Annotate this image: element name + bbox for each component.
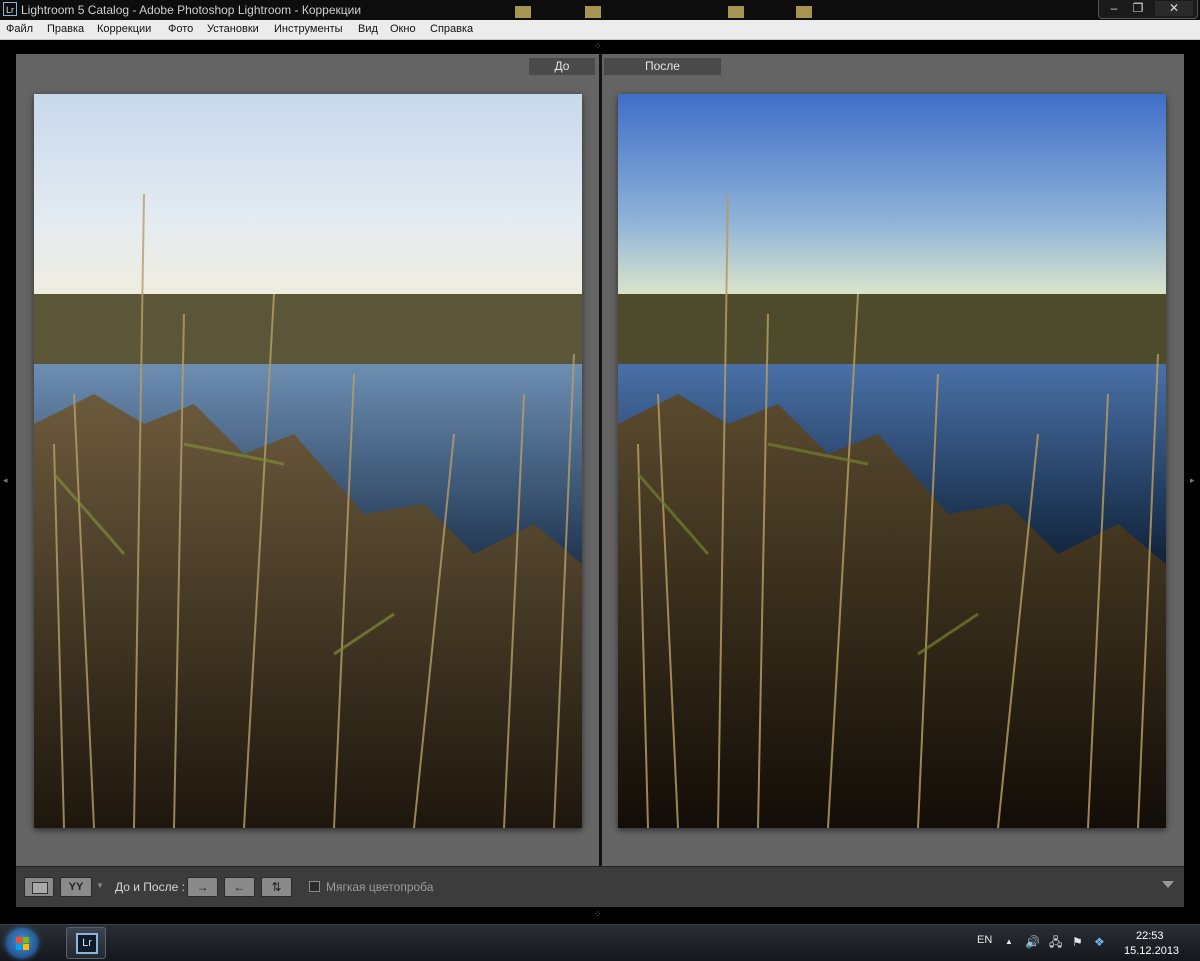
windows-logo-icon — [23, 937, 29, 943]
view-mode-dropdown-icon[interactable]: ▼ — [96, 881, 104, 890]
windows-taskbar: Lr EN ▲ 🔊 🖧 ⚑ ❖ 22:53 15.12.2013 — [0, 924, 1200, 961]
copy-before-to-after-button[interactable]: → — [187, 877, 218, 897]
menu-develop[interactable]: Коррекции — [97, 23, 151, 35]
before-tab: До — [529, 58, 595, 75]
swap-before-after-button[interactable]: ⇅ — [261, 877, 292, 897]
menu-settings[interactable]: Установки — [207, 23, 259, 35]
before-after-label: До и После : — [115, 880, 185, 894]
right-panel-toggle-icon[interactable]: ▸ — [1190, 476, 1195, 485]
menu-window[interactable]: Окно — [390, 23, 416, 35]
arrow-right-icon: → — [196, 880, 209, 894]
soft-proofing-label[interactable]: Мягкая цветопроба — [326, 880, 433, 894]
start-button[interactable] — [6, 928, 38, 958]
show-hidden-icons-icon[interactable]: ▲ — [1005, 935, 1013, 949]
before-photo[interactable] — [34, 94, 582, 828]
after-photo[interactable] — [618, 94, 1166, 828]
menu-edit[interactable]: Правка — [47, 23, 84, 35]
loupe-view-button[interactable] — [24, 877, 54, 897]
action-center-flag-icon[interactable]: ⚑ — [1072, 935, 1083, 949]
restore-button[interactable]: ❐ — [1127, 1, 1149, 16]
viewer-toolbar: YY ▼ До и После : → ← ⇅ Мягкая цветопроб… — [16, 866, 1184, 907]
before-after-view-button[interactable]: YY — [60, 877, 92, 897]
folder-icon — [796, 6, 812, 18]
menu-photo[interactable]: Фото — [168, 23, 193, 35]
title-bar: Lr Lightroom 5 Catalog - Adobe Photoshop… — [0, 0, 1200, 20]
after-photo-image — [618, 94, 1166, 828]
clock-date[interactable]: 15.12.2013 — [1124, 945, 1179, 957]
language-indicator[interactable]: EN — [977, 934, 992, 946]
windows-logo-icon — [16, 944, 22, 950]
dropbox-icon[interactable]: ❖ — [1094, 935, 1105, 949]
clock-time[interactable]: 22:53 — [1136, 930, 1164, 942]
before-after-viewer: До После — [16, 54, 1184, 866]
toolbar-options-dropdown-icon[interactable] — [1162, 881, 1174, 888]
windows-logo-icon — [23, 944, 29, 950]
volume-icon[interactable]: 🔊 — [1025, 935, 1040, 949]
develop-module: ⁘ ◂ ▸ До После YY ▼ До и После: → ← ⇅ М… — [0, 40, 1200, 924]
after-tab: После — [604, 58, 721, 75]
close-button[interactable]: ✕ — [1155, 1, 1193, 16]
viewer-divider — [599, 54, 602, 866]
arrow-left-icon: ← — [233, 880, 246, 894]
window-title: Lightroom 5 Catalog - Adobe Photoshop Li… — [21, 3, 362, 17]
bottom-panel-toggle-icon[interactable]: ⁘ — [594, 910, 602, 919]
windows-logo-icon — [16, 937, 22, 943]
menu-view[interactable]: Вид — [358, 23, 378, 35]
top-panel-toggle-icon[interactable]: ⁘ — [594, 42, 602, 51]
copy-after-to-before-button[interactable]: ← — [224, 877, 255, 897]
before-photo-image — [34, 94, 582, 828]
lightroom-app-icon: Lr — [3, 2, 17, 16]
window-controls: – ❐ ✕ — [1098, 0, 1198, 19]
folder-icon — [585, 6, 601, 18]
swap-arrows-icon: ⇅ — [271, 880, 282, 894]
folder-icon — [728, 6, 744, 18]
minimize-button[interactable]: – — [1103, 1, 1125, 16]
left-panel-toggle-icon[interactable]: ◂ — [3, 476, 8, 485]
menu-help[interactable]: Справка — [430, 23, 473, 35]
menu-file[interactable]: Файл — [6, 23, 33, 35]
loupe-view-icon — [32, 882, 48, 894]
taskbar-lightroom-button[interactable]: Lr — [66, 927, 106, 959]
menu-bar: Файл Правка Коррекции Фото Установки Инс… — [0, 20, 1200, 40]
network-icon[interactable]: 🖧 — [1049, 935, 1062, 949]
folder-icon — [515, 6, 531, 18]
soft-proofing-checkbox[interactable] — [309, 881, 320, 892]
menu-tools[interactable]: Инструменты — [274, 23, 343, 35]
lightroom-icon: Lr — [76, 933, 98, 954]
